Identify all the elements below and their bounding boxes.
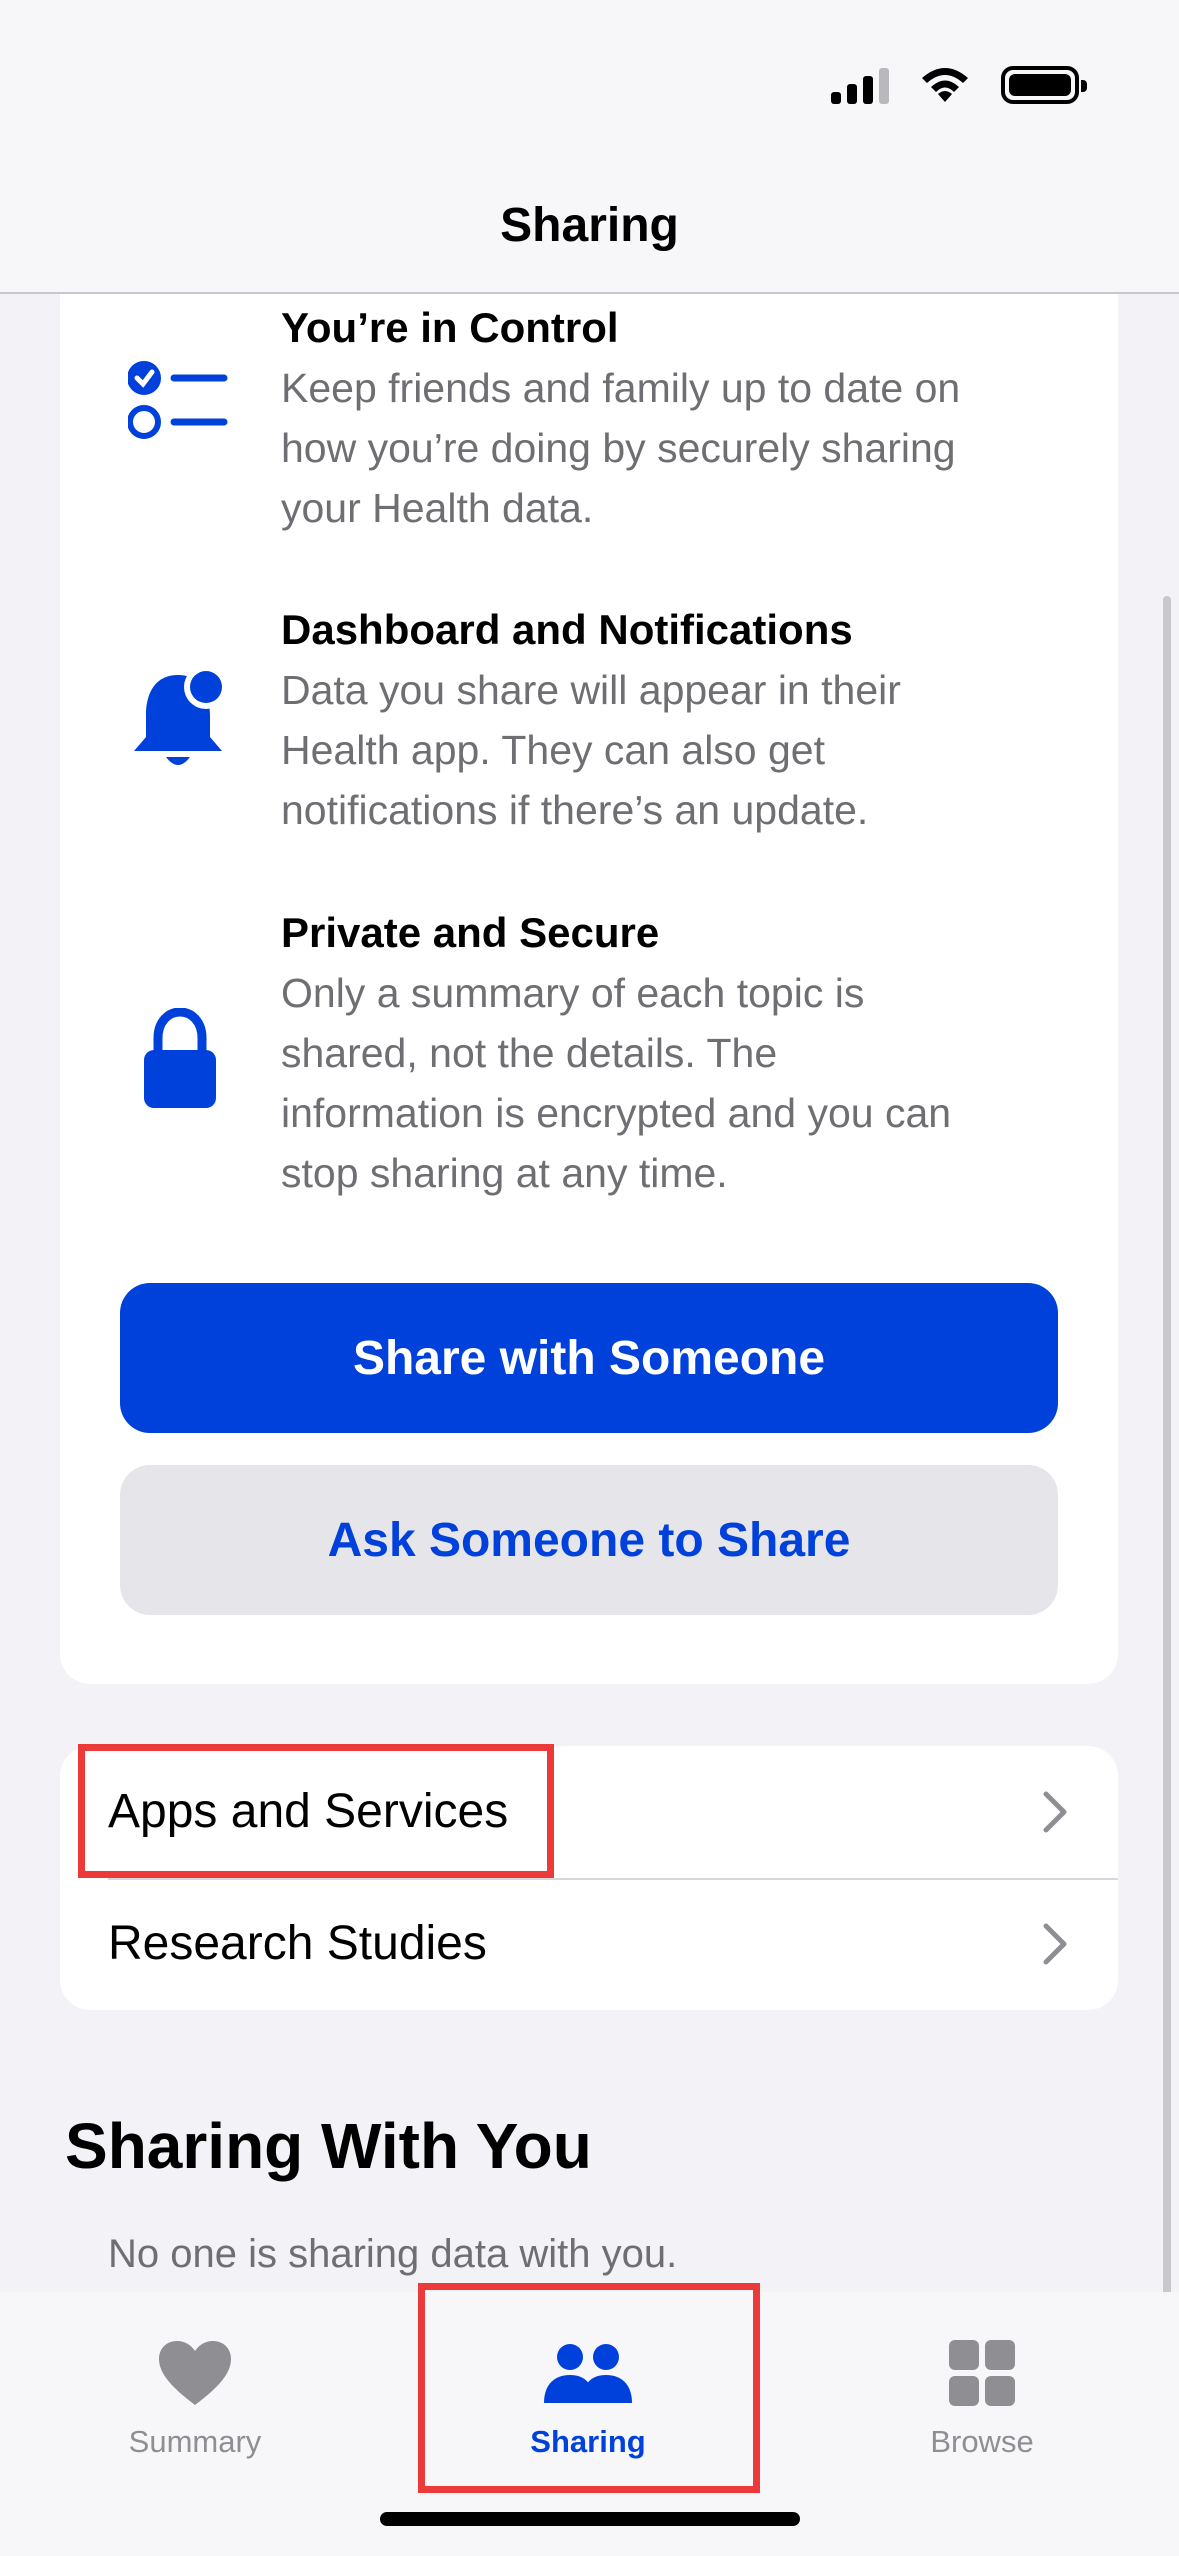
highlight-sharing-tab bbox=[418, 2283, 760, 2493]
bell-badge-icon bbox=[120, 660, 240, 780]
ask-someone-to-share-button[interactable]: Ask Someone to Share bbox=[120, 1465, 1058, 1615]
sharing-info-card: You’re in Control Keep friends and famil… bbox=[60, 200, 1118, 1684]
page-title: Sharing bbox=[500, 199, 679, 252]
feature-title: Private and Secure bbox=[281, 909, 660, 956]
tab-summary[interactable]: Summary bbox=[65, 2328, 325, 2460]
lock-icon bbox=[120, 1000, 240, 1120]
heart-icon bbox=[65, 2328, 325, 2418]
chevron-right-icon bbox=[1043, 1791, 1067, 1833]
tab-label: Browse bbox=[930, 2424, 1034, 2459]
share-with-someone-button[interactable]: Share with Someone bbox=[120, 1283, 1058, 1433]
feature-title: You’re in Control bbox=[281, 304, 619, 351]
status-bar-icons bbox=[831, 66, 1087, 104]
feature-title: Dashboard and Notifications bbox=[281, 606, 853, 653]
sharing-with-you-title: Sharing With You bbox=[65, 2110, 592, 2182]
list-item-label: Research Studies bbox=[108, 1917, 487, 1970]
navigation-header: Sharing bbox=[0, 0, 1179, 294]
grid-icon bbox=[852, 2328, 1112, 2418]
sharing-empty-text: No one is sharing data with you. bbox=[108, 2232, 678, 2276]
highlight-apps-and-services bbox=[78, 1744, 554, 1878]
scrollbar[interactable] bbox=[1163, 596, 1171, 2296]
list-item-research-studies[interactable]: Research Studies bbox=[60, 1878, 1118, 2010]
feature-description: Keep friends and family up to date on ho… bbox=[281, 365, 961, 531]
battery-icon bbox=[1001, 66, 1087, 104]
home-indicator[interactable] bbox=[380, 2512, 800, 2526]
wifi-icon bbox=[922, 68, 968, 102]
cellular-signal-icon bbox=[831, 66, 889, 104]
tab-label: Summary bbox=[128, 2424, 262, 2459]
feature-description: Only a summary of each topic is shared, … bbox=[281, 970, 952, 1196]
feature-description: Data you share will appear in their Heal… bbox=[281, 667, 901, 833]
checklist-icon bbox=[120, 340, 240, 460]
tab-browse[interactable]: Browse bbox=[852, 2328, 1112, 2460]
chevron-right-icon bbox=[1043, 1923, 1067, 1965]
